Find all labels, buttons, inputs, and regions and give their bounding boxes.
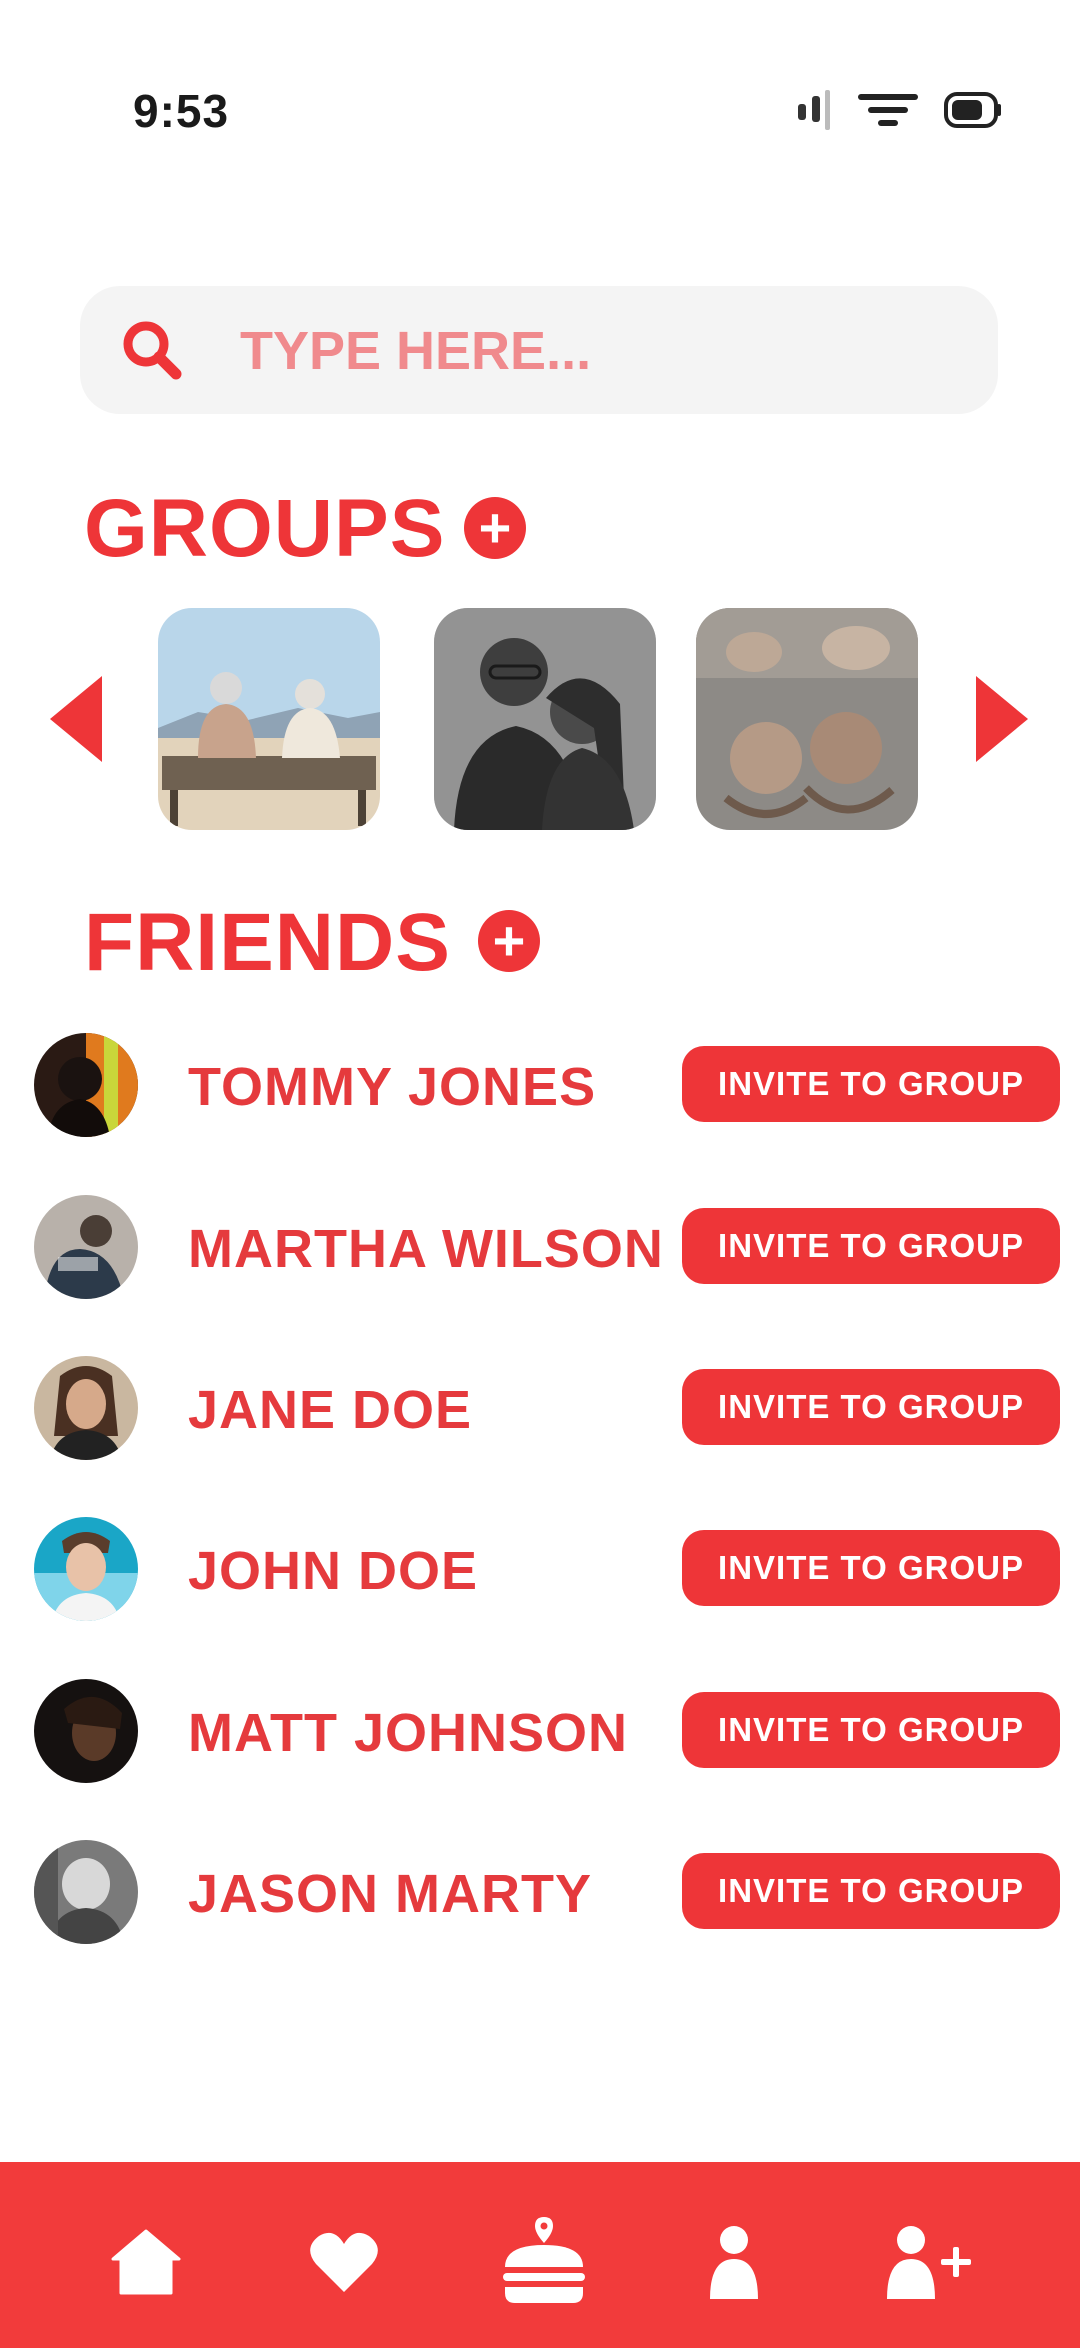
- home-icon: [111, 2229, 181, 2295]
- invite-to-group-button[interactable]: INVITE TO GROUP: [682, 1208, 1060, 1284]
- friend-name: JOHN DOE: [188, 1541, 479, 1601]
- group-tile[interactable]: [434, 608, 656, 830]
- nav-favorites[interactable]: [294, 2212, 394, 2312]
- carousel-prev-arrow[interactable]: [50, 676, 102, 762]
- list-item: JOHN DOE INVITE TO GROUP: [0, 1514, 1080, 1624]
- bottom-navigation: [0, 2162, 1080, 2348]
- invite-to-group-button[interactable]: INVITE TO GROUP: [682, 1530, 1060, 1606]
- group-tile[interactable]: [158, 608, 380, 830]
- signal-icon: [798, 90, 830, 130]
- plus-icon: +: [492, 909, 526, 972]
- nav-home[interactable]: [96, 2212, 196, 2312]
- battery-icon: [944, 92, 1001, 128]
- friend-name: JASON MARTY: [188, 1864, 593, 1924]
- carousel-next-arrow[interactable]: [976, 676, 1028, 762]
- nav-profile[interactable]: [684, 2212, 784, 2312]
- invite-to-group-button[interactable]: INVITE TO GROUP: [682, 1046, 1060, 1122]
- friend-name: MATT JOHNSON: [188, 1703, 628, 1763]
- avatar: [34, 1195, 138, 1299]
- search-icon: [123, 321, 182, 380]
- add-friend-button[interactable]: +: [478, 910, 540, 972]
- nav-add-friend[interactable]: [880, 2212, 980, 2312]
- list-item: JASON MARTY INVITE TO GROUP: [0, 1837, 1080, 1947]
- wifi-icon: [858, 94, 918, 126]
- invite-to-group-button[interactable]: INVITE TO GROUP: [682, 1692, 1060, 1768]
- list-item: MATT JOHNSON INVITE TO GROUP: [0, 1676, 1080, 1786]
- status-icons: [794, 90, 1002, 130]
- group-photo-couple-bw: [434, 608, 656, 830]
- group-photo-friends: [696, 608, 918, 830]
- invite-to-group-button[interactable]: INVITE TO GROUP: [682, 1853, 1060, 1929]
- avatar: [34, 1517, 138, 1621]
- plus-icon: +: [478, 496, 512, 559]
- list-item: TOMMY JONES INVITE TO GROUP: [0, 1030, 1080, 1140]
- friend-name: TOMMY JONES: [188, 1057, 597, 1117]
- avatar: [34, 1033, 138, 1137]
- group-tile[interactable]: [696, 608, 918, 830]
- friends-title: FRIENDS: [84, 897, 451, 988]
- avatar: [34, 1356, 138, 1460]
- profile-icon: [710, 2226, 758, 2299]
- group-photo-elderly-couple: [158, 608, 380, 830]
- list-item: MARTHA WILSON INVITE TO GROUP: [0, 1192, 1080, 1302]
- add-friend-icon: [887, 2226, 971, 2299]
- avatar: [34, 1679, 138, 1783]
- status-bar: 9:53: [0, 0, 1080, 160]
- search-bar[interactable]: [80, 286, 998, 416]
- add-group-button[interactable]: +: [464, 497, 526, 559]
- groups-title: GROUPS: [84, 483, 446, 574]
- friend-name: MARTHA WILSON: [188, 1219, 664, 1279]
- search-input[interactable]: [238, 286, 962, 416]
- nav-food[interactable]: [494, 2212, 594, 2312]
- burger-location-icon: [503, 2217, 585, 2303]
- friend-name: JANE DOE: [188, 1380, 473, 1440]
- invite-to-group-button[interactable]: INVITE TO GROUP: [682, 1369, 1060, 1445]
- avatar: [34, 1840, 138, 1944]
- status-time: 9:53: [133, 85, 230, 137]
- heart-icon: [310, 2232, 378, 2292]
- list-item: JANE DOE INVITE TO GROUP: [0, 1353, 1080, 1463]
